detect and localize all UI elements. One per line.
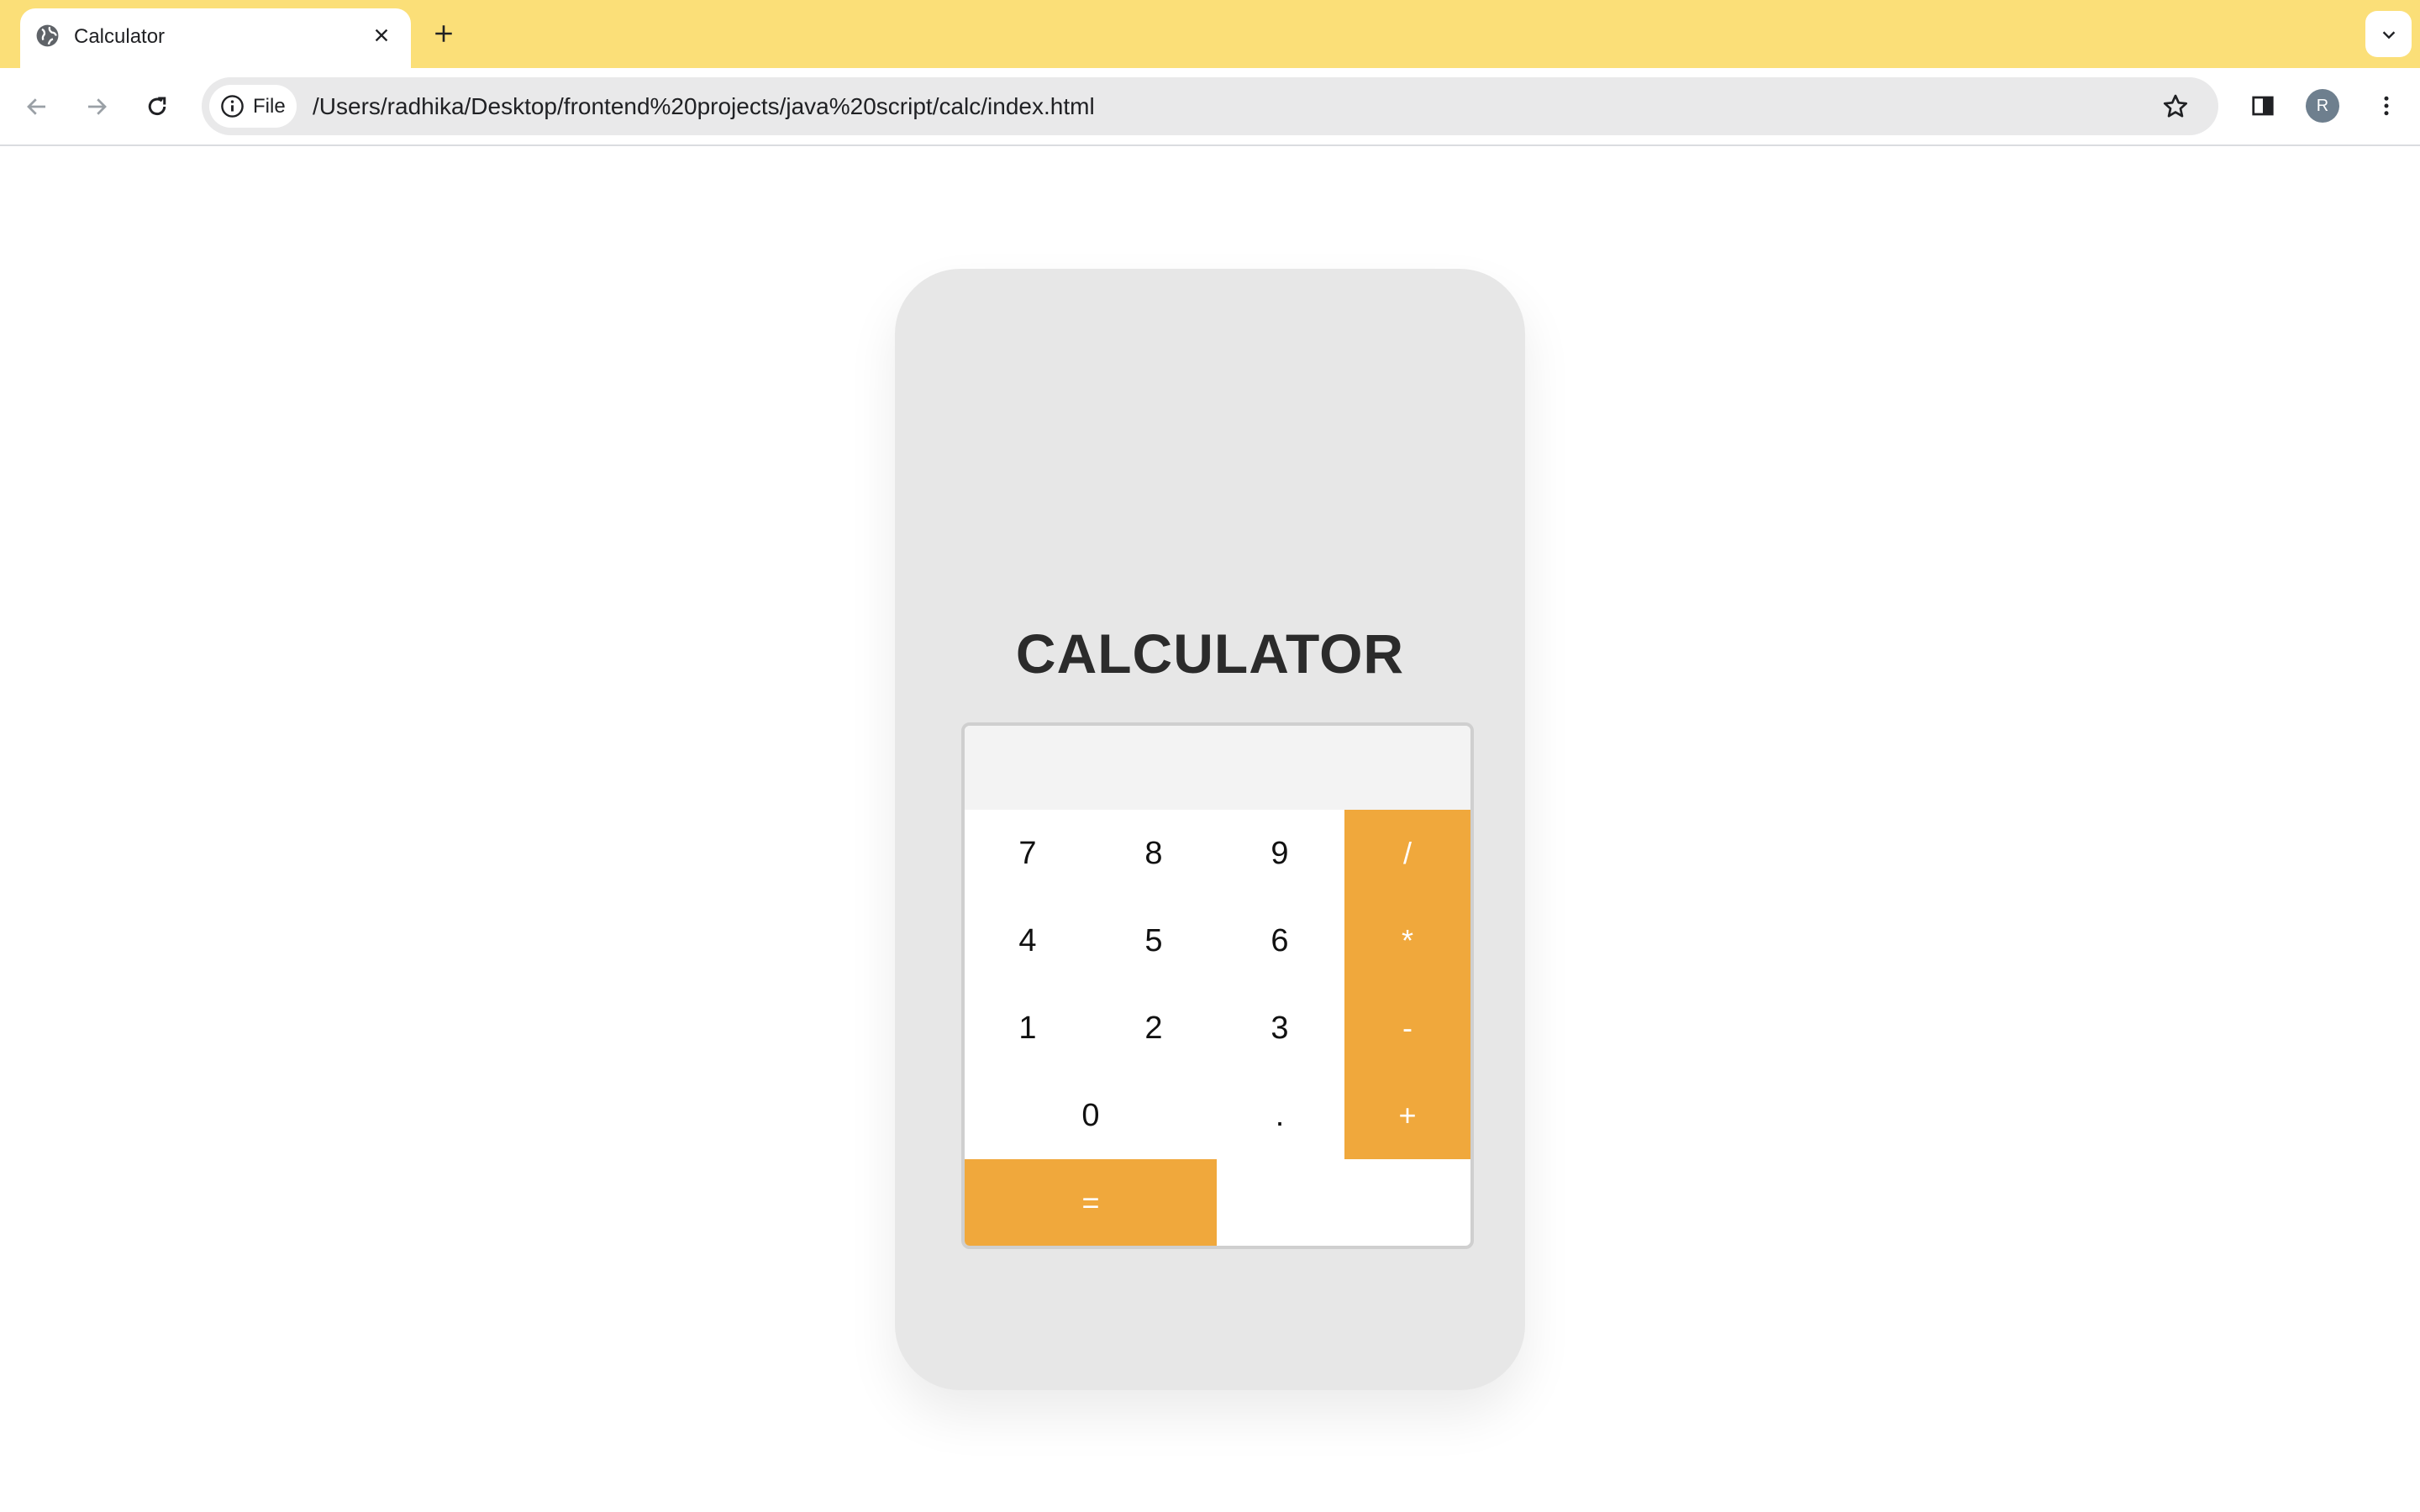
- key-decimal[interactable]: .: [1217, 1072, 1343, 1159]
- key-add[interactable]: +: [1344, 1072, 1470, 1159]
- new-tab-icon[interactable]: [427, 17, 460, 50]
- page-title: CALCULATOR: [1015, 622, 1405, 685]
- globe-icon: [36, 24, 59, 47]
- key-divide[interactable]: /: [1344, 810, 1470, 897]
- tab-title: Calculator: [74, 25, 166, 48]
- key-2[interactable]: 2: [1091, 984, 1217, 1072]
- close-tab-icon[interactable]: [366, 20, 397, 50]
- calculator-display[interactable]: [965, 726, 1470, 810]
- profile-avatar[interactable]: R: [2306, 89, 2339, 123]
- more-menu-icon[interactable]: [2367, 87, 2406, 125]
- key-0[interactable]: 0: [965, 1072, 1217, 1159]
- key-7[interactable]: 7: [965, 810, 1091, 897]
- side-panel-icon[interactable]: [2244, 87, 2282, 125]
- key-4[interactable]: 4: [965, 897, 1091, 984]
- browser-toolbar: File /Users/radhika/Desktop/frontend%20p…: [0, 68, 2420, 146]
- calculator: 7 8 9 / 4 5 6 * 1 2 3 - 0 . + =: [961, 722, 1474, 1249]
- tab-strip: Calculator: [0, 0, 2420, 68]
- bookmark-star-icon[interactable]: [2158, 89, 2193, 124]
- tab-search-chevron-icon[interactable]: [2365, 11, 2412, 57]
- calculator-card: CALCULATOR 7 8 9 / 4 5 6 * 1 2 3 - 0 . +…: [895, 269, 1525, 1390]
- key-8[interactable]: 8: [1091, 810, 1217, 897]
- forward-arrow-icon[interactable]: [76, 87, 117, 127]
- key-1[interactable]: 1: [965, 984, 1091, 1072]
- key-5[interactable]: 5: [1091, 897, 1217, 984]
- reload-icon[interactable]: [137, 87, 177, 127]
- url-text[interactable]: /Users/radhika/Desktop/frontend%20projec…: [313, 93, 1095, 120]
- key-subtract[interactable]: -: [1344, 984, 1470, 1072]
- key-9[interactable]: 9: [1217, 810, 1343, 897]
- address-bar[interactable]: File /Users/radhika/Desktop/frontend%20p…: [202, 77, 2218, 135]
- info-icon: [221, 95, 244, 118]
- key-multiply[interactable]: *: [1344, 897, 1470, 984]
- site-info-chip[interactable]: File: [209, 85, 297, 128]
- key-6[interactable]: 6: [1217, 897, 1343, 984]
- key-3[interactable]: 3: [1217, 984, 1343, 1072]
- key-equals[interactable]: =: [965, 1159, 1217, 1246]
- tab-calculator[interactable]: Calculator: [20, 8, 411, 68]
- back-arrow-icon[interactable]: [17, 87, 57, 127]
- site-info-label: File: [253, 94, 286, 118]
